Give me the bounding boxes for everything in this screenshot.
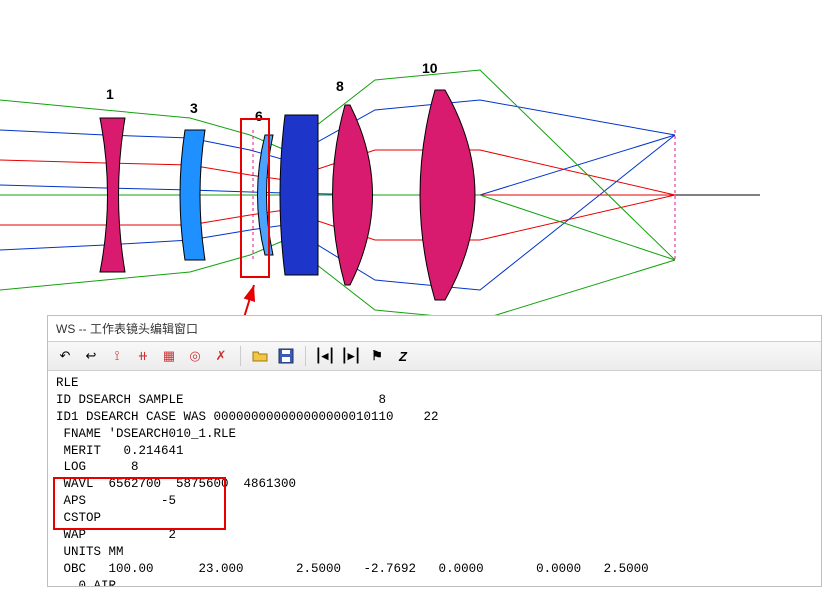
lens-label-1: 1 [106,86,114,102]
separator [240,346,241,366]
toolbar: ↶ ↩ ⟟ ⧺ ▦ ◎ ✗ ⎮◂⎮ ⎮▸⎮ ⚑ Z [48,342,821,371]
lens-label-6: 6 [255,108,263,124]
window-title: WS -- 工作表镜头编辑窗口 [48,316,821,342]
line-1: ID DSEARCH SAMPLE 8 [56,393,386,407]
undo-button[interactable]: ↩ [80,345,102,367]
line-9: WAP 2 [56,528,176,542]
split-button[interactable]: ⧺ [132,345,154,367]
open-button[interactable] [249,345,271,367]
lens-label-8: 8 [336,78,344,94]
ws-editor-window: WS -- 工作表镜头编辑窗口 ↶ ↩ ⟟ ⧺ ▦ ◎ ✗ ⎮◂⎮ ⎮▸⎮ ⚑ … [47,315,822,587]
target-button[interactable]: ◎ [184,345,206,367]
jump-start-button[interactable]: ⎮◂⎮ [314,345,336,367]
z-button[interactable]: Z [392,345,414,367]
line-4: MERIT 0.214641 [56,444,184,458]
line-11: OBC 100.00 23.000 2.5000 -2.7692 0.0000 … [56,562,649,576]
grid-button[interactable]: ▦ [158,345,180,367]
lens-label-10: 10 [422,60,438,76]
line-6: WAVL 6562700 5875600 4861300 [56,477,296,491]
line-2: ID1 DSEARCH CASE WAS 0000000000000000000… [56,410,439,424]
marker-button[interactable]: ⟟ [106,345,128,367]
line-12: 0 AIR [56,579,116,587]
save-button[interactable] [275,345,297,367]
separator [305,346,306,366]
undo-step-button[interactable]: ↶ [54,345,76,367]
flag-button[interactable]: ⚑ [366,345,388,367]
lens-diagram: 1 3 6 8 10 [0,0,828,330]
line-10: UNITS MM [56,545,124,559]
jump-end-button[interactable]: ⎮▸⎮ [340,345,362,367]
cancel-button[interactable]: ✗ [210,345,232,367]
line-3: FNAME 'DSEARCH010_1.RLE [56,427,236,441]
editor-body[interactable]: RLE ID DSEARCH SAMPLE 8 ID1 DSEARCH CASE… [48,371,821,586]
line-7: APS -5 [56,494,176,508]
line-0: RLE [56,376,79,390]
line-8: CSTOP [56,511,101,525]
line-5: LOG 8 [56,460,139,474]
lens-label-3: 3 [190,100,198,116]
